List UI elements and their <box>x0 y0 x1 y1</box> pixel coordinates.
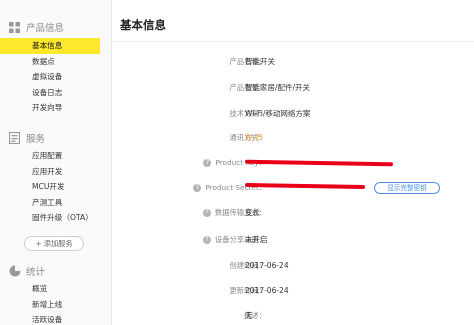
help-icon[interactable]: ? <box>202 236 211 244</box>
document-icon <box>8 132 21 145</box>
field-row-updated: 更新时间： 2017-06-24 <box>112 284 474 298</box>
field-value: 2017-06-24 <box>245 286 289 295</box>
sidebar-item-ota[interactable]: 固件升级（OTA） <box>0 210 112 226</box>
grid-icon <box>8 21 21 34</box>
field-row-product-type: 产品类型： 智能家居/配件/开关 <box>112 81 474 95</box>
sidebar: 产品信息 基本信息 数据点 虚拟设备 设备日志 开发向导 服务 应用配置 应用开… <box>0 0 112 325</box>
sidebar-item-datapoints[interactable]: 数据点 <box>0 54 112 70</box>
sidebar-item-virtual-device[interactable]: 虚拟设备 <box>0 69 112 85</box>
field-row-created: 创建时间： 2017-06-24 <box>112 259 474 273</box>
sidebar-item-device-log[interactable]: 设备日志 <box>0 85 112 101</box>
sidebar-item-basic-info[interactable]: 基本信息 <box>0 38 100 54</box>
sidebar-section-title: 产品信息 <box>26 23 65 34</box>
field-row-data-transfer: ? 数据传输方式： 变长 <box>112 206 474 220</box>
help-icon[interactable]: ? <box>193 184 202 192</box>
sidebar-section-title: 服务 <box>26 134 46 145</box>
show-full-key-button[interactable]: 显示完整密钥 <box>374 182 440 194</box>
sidebar-section-product: 产品信息 基本信息 数据点 虚拟设备 设备日志 开发向导 <box>0 19 112 116</box>
redaction-mark <box>244 159 394 167</box>
title-divider <box>112 41 474 42</box>
sidebar-item-dev-guide[interactable]: 开发向导 <box>0 100 112 116</box>
field-value: 2017-06-24 <box>245 261 289 270</box>
field-row-tech-solution: 技术方案： Wi-Fi/移动网络方案 <box>112 107 474 121</box>
sidebar-section-head: 服务 <box>0 130 112 146</box>
field-value: 变长 <box>245 208 260 217</box>
field-value: 智能家居/配件/开关 <box>245 83 311 92</box>
sidebar-item-test-tool[interactable]: 产测工具 <box>0 195 112 211</box>
help-icon[interactable]: ? <box>203 159 212 167</box>
sidebar-item-active-devices[interactable]: 活跃设备 <box>0 312 112 325</box>
field-value: Wi-Fi/移动网络方案 <box>245 109 311 118</box>
field-value: 无 <box>245 311 253 320</box>
sidebar-item-mcu-dev[interactable]: MCU开发 <box>0 179 112 195</box>
sidebar-item-app-config[interactable]: 应用配置 <box>0 148 112 164</box>
sidebar-section-head: 统计 <box>0 263 112 279</box>
sidebar-section-title: 统计 <box>26 267 46 278</box>
pie-chart-icon <box>8 265 21 278</box>
field-row-product-key: ? Product Key： <box>112 156 474 170</box>
sidebar-section-service: 服务 应用配置 应用开发 MCU开发 产测工具 固件升级（OTA） <box>0 130 112 226</box>
field-row-device-share: ? 设备分享功能： 未开启 <box>112 233 474 247</box>
sidebar-item-overview[interactable]: 概览 <box>0 281 112 297</box>
field-value: Wi-Fi <box>245 133 263 142</box>
field-row-product-name: 产品名称： 智能开关 <box>112 55 474 69</box>
sidebar-item-app-dev[interactable]: 应用开发 <box>0 164 112 180</box>
main-panel: 基本信息 产品名称： 智能开关 产品类型： 智能家居/配件/开关 技术方案： W… <box>112 0 474 325</box>
field-row-description: 描述： 无 <box>112 309 474 323</box>
sidebar-section-head: 产品信息 <box>0 19 112 35</box>
page-title: 基本信息 <box>120 18 166 32</box>
help-icon[interactable]: ? <box>202 209 211 217</box>
add-service-button[interactable]: + 添加服务 <box>24 236 84 251</box>
sidebar-item-new-online[interactable]: 新增上线 <box>0 297 112 313</box>
field-row-comm-method: 通讯方式： Wi-Fi <box>112 131 474 145</box>
field-value: 智能开关 <box>245 57 275 66</box>
sidebar-section-stats: 统计 概览 新增上线 活跃设备 <box>0 263 112 325</box>
field-value: 未开启 <box>245 235 268 244</box>
